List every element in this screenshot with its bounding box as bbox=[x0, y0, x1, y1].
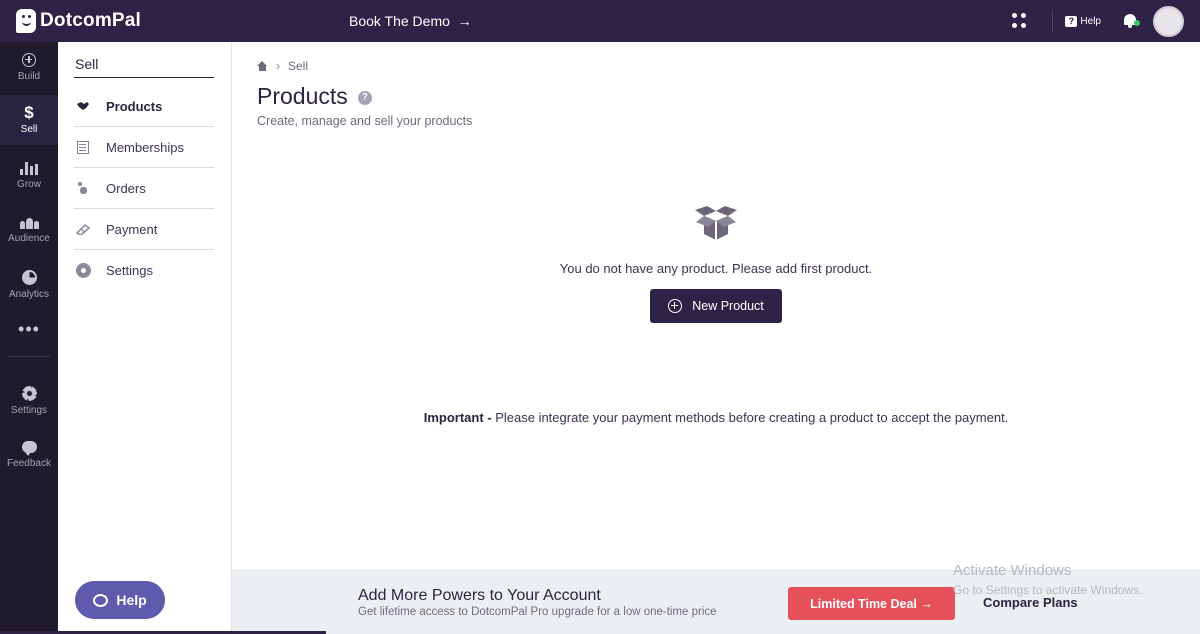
page-title-row: Products ? bbox=[257, 83, 372, 110]
brand-name: DotcomPal bbox=[40, 10, 142, 31]
sidebar-item-products[interactable]: Products bbox=[74, 86, 214, 127]
sidebar-item-orders[interactable]: Orders bbox=[74, 168, 214, 209]
limited-time-deal-button[interactable]: Limited Time Deal → bbox=[788, 587, 955, 620]
more-dots-icon: ••• bbox=[18, 319, 40, 339]
apps-grid-icon[interactable] bbox=[1012, 13, 1028, 29]
payment-icon bbox=[76, 222, 90, 236]
important-label: Important - bbox=[423, 410, 492, 425]
activate-windows-hint: Go to Settings to activate Windows. bbox=[953, 583, 1143, 597]
book-demo-label: Book The Demo bbox=[349, 13, 450, 29]
top-bar: DotcomPal Book The Demo → ? Help bbox=[0, 0, 1200, 42]
breadcrumb-sell[interactable]: Sell bbox=[288, 59, 308, 73]
compare-plans-link[interactable]: Compare Plans bbox=[983, 595, 1078, 610]
rail-item-audience[interactable]: Audience bbox=[0, 206, 58, 256]
main-content: › Sell Products ? Create, manage and sel… bbox=[232, 42, 1200, 570]
book-demo-link[interactable]: Book The Demo → bbox=[349, 13, 472, 29]
rail-item-label: Audience bbox=[8, 233, 50, 244]
banner-subtitle: Get lifetime access to DotcomPal Pro upg… bbox=[358, 606, 717, 618]
rail-item-label: Feedback bbox=[7, 458, 51, 469]
sidebar-item-memberships[interactable]: Memberships bbox=[74, 127, 214, 168]
plus-circle-icon bbox=[668, 299, 683, 313]
sidebar-item-payment[interactable]: Payment bbox=[74, 209, 214, 250]
handshake-icon bbox=[76, 99, 90, 113]
chat-bubble-icon bbox=[21, 441, 37, 456]
important-notice: Important - Please integrate your paymen… bbox=[232, 410, 1200, 425]
rail-item-label: Analytics bbox=[8, 289, 49, 300]
rail-item-label: Grow bbox=[17, 178, 41, 190]
question-circle-icon[interactable]: ? bbox=[357, 91, 372, 105]
rail-item-settings[interactable]: Settings bbox=[0, 376, 58, 426]
user-avatar[interactable] bbox=[1153, 5, 1184, 37]
people-icon bbox=[19, 218, 39, 229]
sidebar-item-label: Payment bbox=[106, 221, 158, 237]
rail-item-label: Sell bbox=[20, 124, 38, 135]
new-product-label: New Product bbox=[692, 299, 764, 313]
sidebar-item-settings[interactable]: Settings bbox=[74, 250, 214, 291]
sidebar-title: Sell bbox=[75, 56, 99, 72]
help-chat-label: Help bbox=[116, 592, 147, 608]
orders-icon bbox=[76, 181, 90, 195]
rail-item-feedback[interactable]: Feedback bbox=[0, 430, 58, 480]
rail-item-sell[interactable]: $ Sell bbox=[0, 95, 58, 145]
sidebar-item-label: Orders bbox=[106, 180, 146, 196]
chat-bubble-icon bbox=[93, 593, 109, 607]
help-top-label: Help bbox=[1080, 15, 1101, 27]
brand-logo[interactable]: DotcomPal bbox=[16, 9, 141, 33]
help-icon: ? bbox=[1065, 15, 1078, 27]
notification-status-dot bbox=[1134, 20, 1140, 26]
rail-item-label: Build bbox=[17, 70, 41, 82]
sell-sidebar: Sell Products Memberships Orders Payment… bbox=[58, 42, 232, 634]
banner-title: Add More Powers to Your Account bbox=[358, 587, 601, 604]
breadcrumb: › Sell bbox=[257, 59, 308, 73]
dollar-icon: $ bbox=[24, 103, 34, 122]
important-text: Please integrate your payment methods be… bbox=[491, 410, 1009, 425]
dotcompal-logo-icon bbox=[16, 9, 36, 33]
rail-item-more[interactable]: ••• bbox=[0, 304, 58, 354]
membership-icon bbox=[76, 140, 90, 154]
rail-item-build[interactable]: Build bbox=[0, 42, 58, 92]
rail-item-analytics[interactable]: Analytics bbox=[0, 260, 58, 310]
activate-windows-watermark: Activate Windows bbox=[953, 562, 1072, 579]
pie-chart-icon bbox=[21, 270, 37, 285]
empty-state-message: You do not have any product. Please add … bbox=[559, 261, 873, 276]
page-title: Products bbox=[257, 83, 348, 109]
breadcrumb-separator: › bbox=[276, 59, 280, 73]
arrow-right-icon: → bbox=[457, 13, 472, 29]
primary-nav-rail: Build $ Sell Grow Audience Analytics •••… bbox=[0, 42, 58, 634]
sidebar-item-label: Settings bbox=[106, 263, 153, 278]
sidebar-item-label: Products bbox=[106, 98, 163, 114]
bar-chart-icon bbox=[20, 161, 38, 175]
rail-item-grow[interactable]: Grow bbox=[0, 150, 58, 200]
page-subtitle: Create, manage and sell your products bbox=[257, 114, 473, 128]
help-chat-button[interactable]: Help bbox=[75, 581, 165, 619]
gear-icon bbox=[76, 264, 90, 278]
new-product-button[interactable]: New Product bbox=[650, 289, 782, 323]
notification-bell-icon[interactable] bbox=[1123, 13, 1140, 29]
home-icon[interactable] bbox=[257, 61, 268, 71]
rail-divider bbox=[8, 356, 50, 357]
gear-icon bbox=[21, 386, 37, 401]
upgrade-banner: Add More Powers to Your Account Get life… bbox=[232, 570, 1200, 634]
sidebar-item-label: Memberships bbox=[106, 139, 185, 155]
top-bar-actions: ? Help bbox=[1012, 0, 1200, 42]
help-top-button[interactable]: ? Help bbox=[1052, 10, 1101, 32]
sidebar-title-divider bbox=[74, 77, 214, 78]
plus-circle-icon bbox=[22, 52, 36, 67]
rail-item-label: Settings bbox=[10, 405, 48, 416]
open-box-icon bbox=[695, 206, 737, 240]
